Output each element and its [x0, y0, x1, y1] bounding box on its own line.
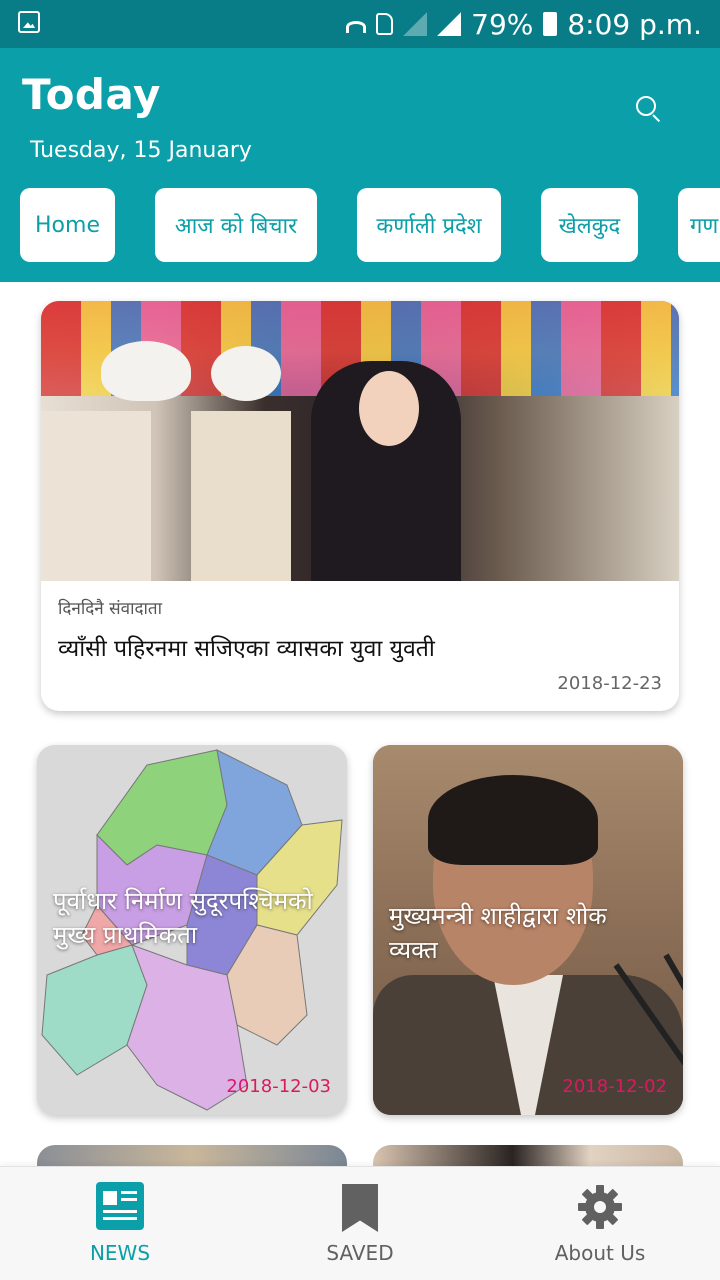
featured-article-image: [41, 301, 679, 581]
signal-icon: [403, 12, 428, 36]
newspaper-icon: [96, 1182, 144, 1230]
nav-news-label: NEWS: [89, 1241, 151, 1265]
nav-saved[interactable]: SAVED: [240, 1167, 480, 1280]
newspaper-icon-lines: [121, 1191, 137, 1194]
clock: 8:09 p.m.: [567, 7, 702, 41]
signal-strength-icon: [437, 12, 462, 36]
header-date: Tuesday, 15 January: [30, 138, 252, 163]
article-card[interactable]: पूर्वाधार निर्माण सुदूरपश्चिमको मुख्य प्…: [37, 745, 347, 1115]
app-header: Today Tuesday, 15 January Home आज को बिच…: [0, 48, 720, 282]
nav-news[interactable]: NEWS: [0, 1167, 240, 1280]
tab-next-category[interactable]: गण: [678, 188, 720, 262]
article-headline: व्याँसी पहिरनमा सजिएका व्यासका युवा युवत…: [58, 636, 435, 662]
search-icon: [636, 96, 656, 116]
nav-about-us[interactable]: About Us: [480, 1167, 720, 1280]
article-byline: दिनदिनै संवादाता: [58, 599, 163, 619]
category-tabs: Home आज को बिचार कर्णाली प्रदेश खेलकुद ग…: [0, 188, 720, 262]
status-bar: 79% 8:09 p.m.: [0, 0, 720, 48]
page-title: Today: [22, 70, 161, 119]
search-button[interactable]: [630, 92, 664, 126]
article-title: पूर्वाधार निर्माण सुदूरपश्चिमको मुख्य प्…: [53, 887, 313, 949]
gallery-notification-icon: [18, 11, 40, 33]
featured-article-card[interactable]: दिनदिनै संवादाता व्याँसी पहिरनमा सजिएका …: [41, 301, 679, 711]
bottom-navigation: NEWS SAVED About Us: [0, 1166, 720, 1280]
tab-aaj-ko-bichar[interactable]: आज को बिचार: [155, 188, 317, 262]
nav-about-label: About Us: [554, 1241, 646, 1265]
sim-icon: [376, 13, 394, 35]
battery-icon: [543, 12, 558, 36]
bookmark-icon: [342, 1184, 378, 1232]
tab-khelkud[interactable]: खेलकुद: [541, 188, 638, 262]
nav-saved-label: SAVED: [326, 1241, 394, 1265]
article-title: मुख्यमन्त्री शाहीद्वारा शोक व्यक्त: [389, 902, 607, 964]
article-date: 2018-12-23: [557, 673, 662, 694]
search-icon-handle: [652, 114, 661, 123]
gear-icon: [578, 1185, 622, 1229]
status-indicators: 79% 8:09 p.m.: [346, 6, 702, 42]
tab-home[interactable]: Home: [20, 188, 115, 262]
wifi-calling-icon: [346, 21, 367, 33]
article-date: 2018-12-03: [226, 1076, 331, 1097]
article-date: 2018-12-02: [562, 1076, 667, 1097]
tab-karnali-pradesh[interactable]: कर्णाली प्रदेश: [357, 188, 501, 262]
battery-percent: 79%: [471, 7, 534, 41]
article-card[interactable]: मुख्यमन्त्री शाहीद्वारा शोक व्यक्त 2018-…: [373, 745, 683, 1115]
